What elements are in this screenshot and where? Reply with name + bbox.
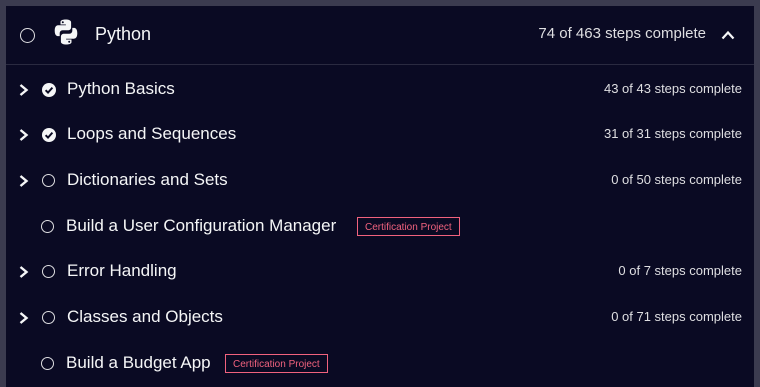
check-circle-icon xyxy=(42,128,56,142)
superblock-status-icon xyxy=(20,28,35,43)
incomplete-circle-icon xyxy=(42,311,55,324)
block-progress: 43 of 43 steps complete xyxy=(603,81,742,96)
block-progress: 0 of 50 steps complete xyxy=(611,172,742,187)
block-title: Error Handling xyxy=(67,261,177,280)
block-title: Dictionaries and Sets xyxy=(67,170,228,189)
incomplete-circle-icon xyxy=(42,174,55,187)
block-row-build-a-budget-app[interactable]: Build a Budget App Certification Project xyxy=(6,343,754,383)
certification-project-badge: Certification Project xyxy=(357,217,460,236)
block-title: Python Basics xyxy=(67,79,175,98)
block-row-dictionaries-and-sets[interactable]: Dictionaries and Sets 0 of 50 steps comp… xyxy=(6,160,754,200)
chevron-right-icon[interactable] xyxy=(18,265,30,279)
block-row-python-basics[interactable]: Python Basics 43 of 43 steps complete xyxy=(6,69,754,109)
block-title: Build a Budget App xyxy=(66,353,211,372)
chevron-right-icon[interactable] xyxy=(18,174,30,188)
block-progress: 0 of 71 steps complete xyxy=(611,309,742,324)
block-progress: 0 of 7 steps complete xyxy=(618,263,742,278)
block-title: Classes and Objects xyxy=(67,307,223,326)
block-row-loops-and-sequences[interactable]: Loops and Sequences 31 of 31 steps compl… xyxy=(6,114,754,154)
chevron-right-icon[interactable] xyxy=(18,311,30,325)
chevron-right-icon[interactable] xyxy=(18,128,30,142)
chevron-right-icon[interactable] xyxy=(18,83,30,97)
python-logo-icon xyxy=(54,19,78,45)
incomplete-circle-icon xyxy=(42,265,55,278)
superblock-header[interactable]: Python 74 of 463 steps complete xyxy=(6,6,754,65)
superblock-progress: 74 of 463 steps complete xyxy=(538,25,706,42)
incomplete-circle-icon xyxy=(41,220,54,233)
incomplete-circle-icon xyxy=(41,357,54,370)
block-row-build-a-user-configuration-manager[interactable]: Build a User Configuration Manager Certi… xyxy=(6,206,754,246)
certification-project-badge: Certification Project xyxy=(225,354,328,373)
block-progress: 31 of 31 steps complete xyxy=(603,126,742,141)
check-circle-icon xyxy=(42,83,56,97)
chevron-up-icon[interactable] xyxy=(721,30,735,40)
block-row-classes-and-objects[interactable]: Classes and Objects 0 of 71 steps comple… xyxy=(6,297,754,337)
superblock-title: Python xyxy=(95,24,152,44)
block-row-error-handling[interactable]: Error Handling 0 of 7 steps complete xyxy=(6,251,754,291)
python-curriculum-panel: Python 74 of 463 steps complete Python B… xyxy=(6,6,754,387)
block-title: Build a User Configuration Manager xyxy=(66,216,337,235)
block-title: Loops and Sequences xyxy=(67,124,237,143)
